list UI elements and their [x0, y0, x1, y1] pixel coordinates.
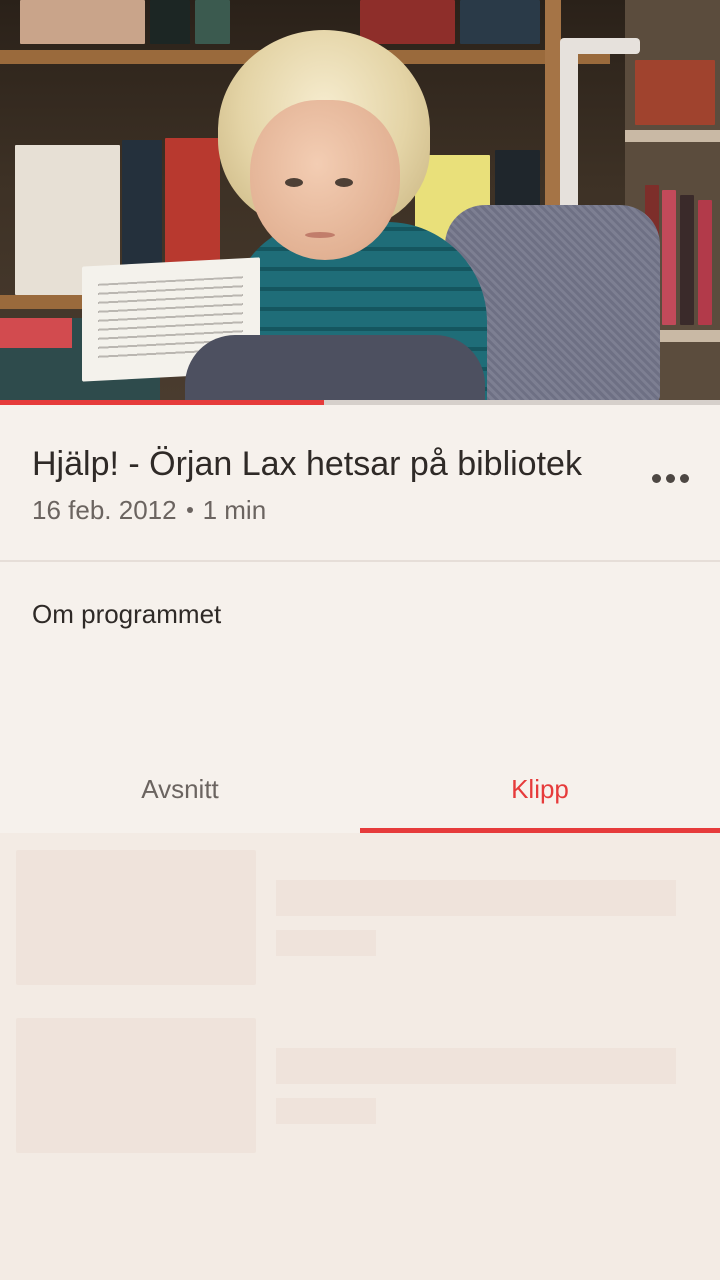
- pipe: [560, 38, 640, 54]
- book: [662, 190, 676, 325]
- book: [150, 0, 190, 44]
- book: [20, 0, 145, 44]
- title-placeholder: [276, 880, 676, 916]
- separator-dot-icon: [186, 506, 193, 513]
- program-meta: 16 feb. 2012 1 min: [32, 495, 266, 526]
- meta-placeholder: [276, 930, 376, 956]
- list-item-placeholder: [0, 850, 720, 990]
- dot-icon: [665, 473, 675, 483]
- video-player[interactable]: [0, 0, 720, 400]
- eye: [335, 178, 353, 187]
- program-info: Hjälp! - Örjan Lax hetsar på bibliotek 1…: [0, 405, 720, 833]
- shelf-board: [625, 130, 720, 142]
- meta-placeholder: [276, 1098, 376, 1124]
- program-date: 16 feb. 2012: [32, 495, 177, 525]
- title-placeholder: [276, 1048, 676, 1084]
- thumbnail-placeholder: [16, 850, 256, 985]
- mouth: [305, 232, 335, 238]
- tab-selected-indicator: [360, 828, 720, 833]
- list-item-placeholder: [0, 1018, 720, 1158]
- chair: [185, 335, 485, 400]
- tab-klipp[interactable]: Klipp: [360, 745, 720, 833]
- divider: [0, 560, 720, 562]
- book-stack: [0, 318, 72, 348]
- book: [360, 0, 455, 44]
- about-program-link[interactable]: Om programmet: [32, 599, 221, 630]
- dot-icon: [651, 473, 661, 483]
- book: [680, 195, 694, 325]
- pipe: [560, 40, 578, 210]
- dot-icon: [679, 473, 689, 483]
- book: [635, 60, 715, 125]
- more-options-icon[interactable]: [640, 453, 700, 503]
- tab-avsnitt[interactable]: Avsnitt: [0, 745, 360, 833]
- program-title: Hjälp! - Örjan Lax hetsar på bibliotek: [32, 445, 582, 483]
- eye: [285, 178, 303, 187]
- book: [460, 0, 540, 44]
- program-duration: 1 min: [202, 495, 267, 525]
- thumbnail-placeholder: [16, 1018, 256, 1153]
- book: [698, 200, 712, 325]
- book: [195, 0, 230, 44]
